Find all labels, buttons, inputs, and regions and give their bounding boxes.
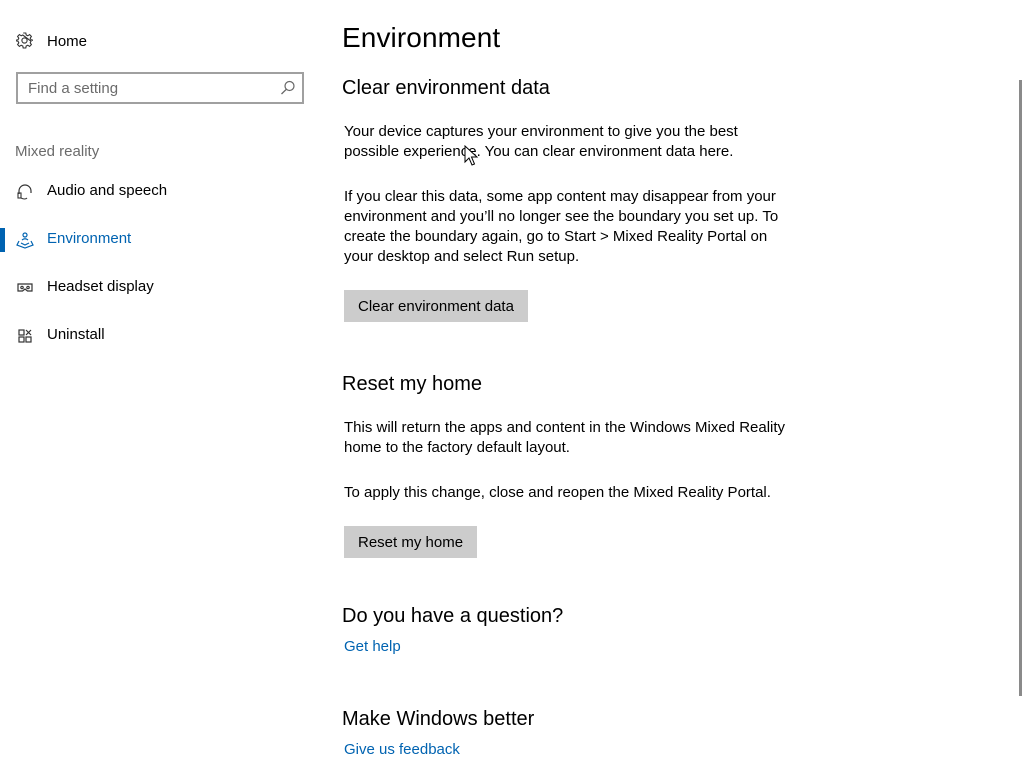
main-content: Environment Clear environment data Your … xyxy=(342,0,1002,768)
vertical-scrollbar[interactable] xyxy=(1019,80,1022,696)
headset-display-icon xyxy=(16,279,34,297)
sidebar-item-label: Audio and speech xyxy=(47,182,168,199)
settings-window: Home Mixed reality Audio and speech xyxy=(0,0,1024,768)
search-input[interactable] xyxy=(18,74,278,102)
active-indicator xyxy=(0,228,5,252)
clear-warning: If you clear this data, some app content… xyxy=(344,188,779,265)
headset-icon xyxy=(16,183,34,201)
reset-description: This will return the apps and content in… xyxy=(344,419,786,456)
reset-my-home-button[interactable]: Reset my home xyxy=(344,526,478,558)
clear-environment-data-button[interactable]: Clear environment data xyxy=(344,290,528,322)
mouse-cursor-icon xyxy=(464,144,479,167)
clear-description: Your device captures your environment to… xyxy=(344,123,738,160)
sidebar-item-headset-display[interactable]: Headset display xyxy=(0,268,320,308)
environment-icon xyxy=(16,231,34,249)
sidebar-item-label: Environment xyxy=(47,230,132,247)
sidebar-item-label: Headset display xyxy=(47,278,154,295)
gear-icon xyxy=(15,32,34,49)
give-feedback-link[interactable]: Give us feedback xyxy=(344,741,460,758)
get-help-link[interactable]: Get help xyxy=(344,638,401,655)
sidebar: Home Mixed reality Audio and speech xyxy=(0,0,320,768)
page-title: Environment xyxy=(342,22,501,53)
clear-environment-heading: Clear environment data xyxy=(342,77,550,99)
section-label-mixed-reality: Mixed reality xyxy=(15,143,100,160)
home-nav-item[interactable]: Home xyxy=(0,24,320,58)
sidebar-item-environment[interactable]: Environment xyxy=(0,220,320,260)
sidebar-item-audio-and-speech[interactable]: Audio and speech xyxy=(0,172,320,212)
uninstall-icon xyxy=(16,327,34,345)
feedback-heading: Make Windows better xyxy=(342,708,535,730)
sidebar-item-label: Uninstall xyxy=(47,326,105,343)
sidebar-item-uninstall[interactable]: Uninstall xyxy=(0,316,320,356)
reset-home-heading: Reset my home xyxy=(342,373,483,395)
question-heading: Do you have a question? xyxy=(342,605,564,627)
reset-instruction: To apply this change, close and reopen t… xyxy=(344,484,771,501)
search-icon[interactable] xyxy=(280,80,296,96)
search-box xyxy=(16,72,304,104)
home-label: Home xyxy=(47,32,88,50)
